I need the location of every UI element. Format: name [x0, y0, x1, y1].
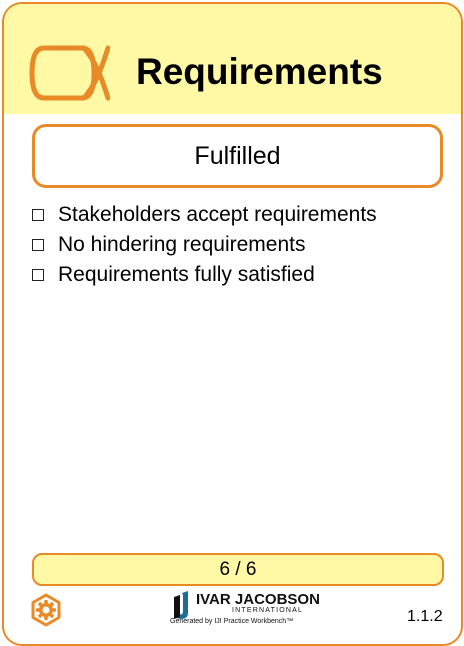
ivar-jacobson-logo-mark-icon	[174, 591, 188, 619]
checkbox-icon[interactable]	[32, 269, 44, 281]
logo-subtitle: INTERNATIONAL	[232, 607, 304, 614]
card-title: Requirements	[136, 51, 383, 92]
checklist-item-label: Stakeholders accept requirements	[58, 203, 377, 226]
ivar-jacobson-logo: IVAR JACOBSON INTERNATIONAL Generated by…	[170, 589, 320, 633]
checkbox-icon[interactable]	[32, 239, 44, 251]
checklist: Stakeholders accept requirements No hind…	[32, 200, 377, 290]
checklist-item: No hindering requirements	[32, 230, 377, 260]
checklist-item: Requirements fully satisfied	[32, 260, 377, 290]
state-name: Fulfilled	[32, 124, 443, 188]
state-progress: 6 / 6	[32, 553, 444, 586]
logo-name: IVAR JACOBSON	[196, 591, 320, 608]
alpha-state-icon	[29, 45, 110, 101]
checklist-item-label: No hindering requirements	[58, 233, 306, 256]
gear-icon	[31, 593, 61, 627]
alpha-state-card: Requirements Fulfilled Stakeholders acce…	[2, 2, 463, 646]
checkbox-icon[interactable]	[32, 209, 44, 221]
card-header: Requirements	[4, 4, 461, 114]
checklist-item: Stakeholders accept requirements	[32, 200, 377, 230]
generated-by-note: Generated by IJI Practice Workbench™	[170, 618, 294, 625]
checklist-item-label: Requirements fully satisfied	[58, 263, 315, 286]
version-number: 1.1.2	[407, 608, 443, 625]
